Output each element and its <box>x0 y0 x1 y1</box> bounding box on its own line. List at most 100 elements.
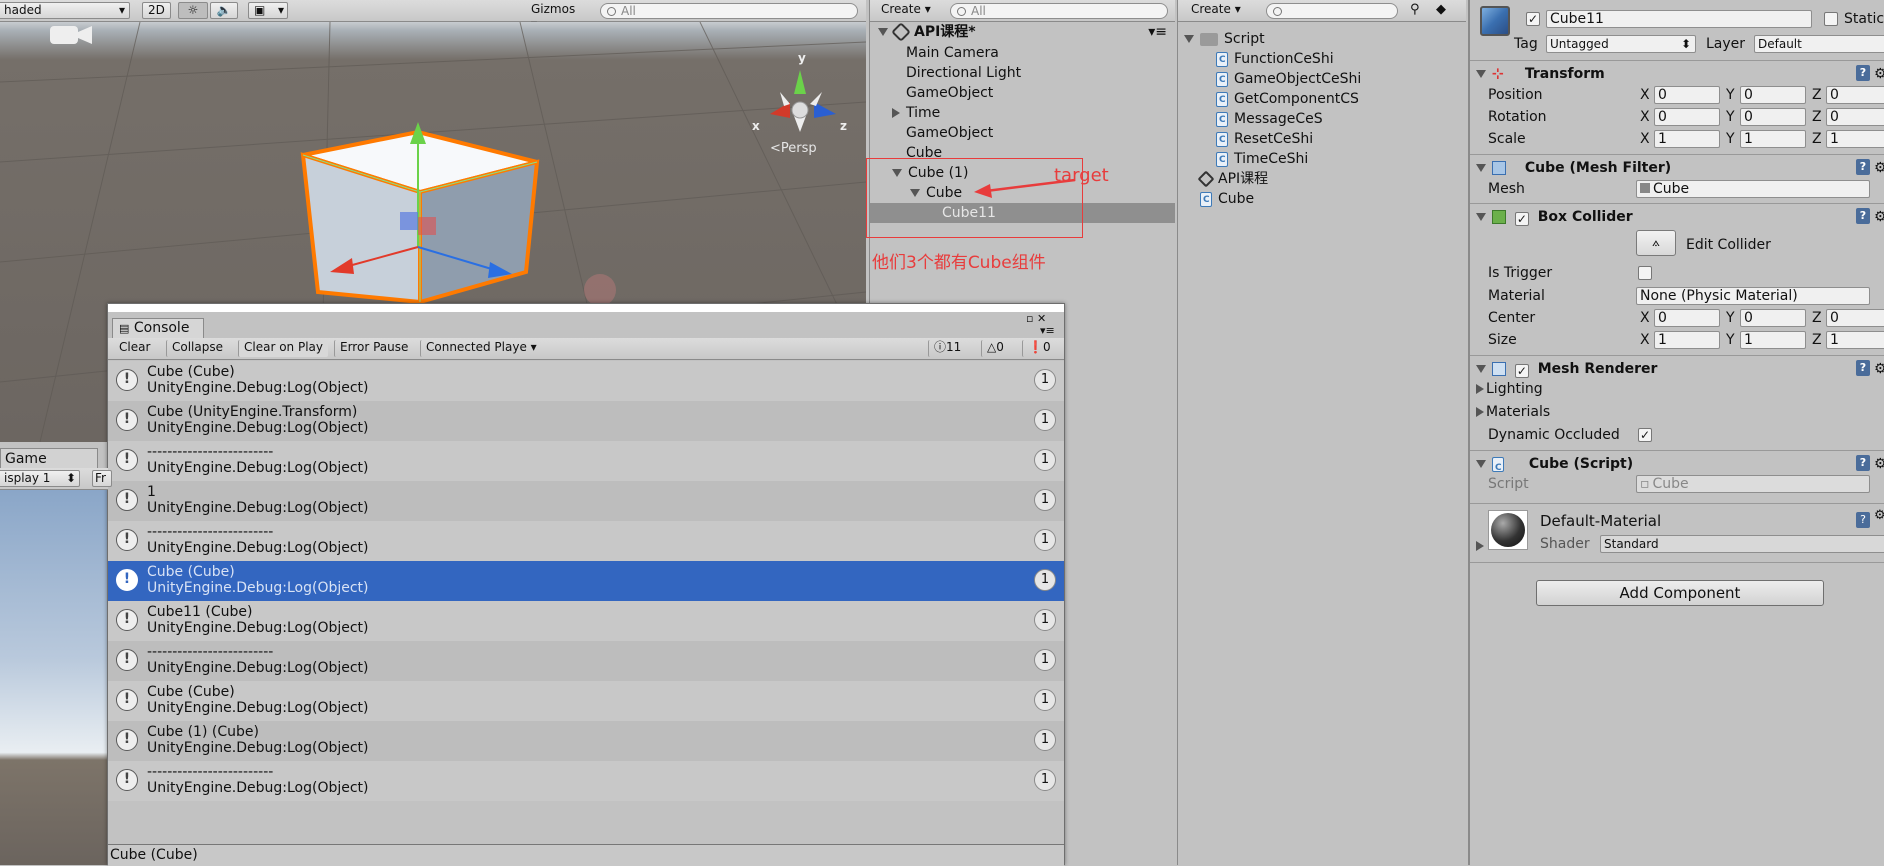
collapsed-triangle-icon[interactable] <box>1476 541 1484 551</box>
scale-z-input[interactable]: 1 <box>1826 130 1884 148</box>
hierarchy-item-main-camera[interactable]: Main Camera <box>870 43 1175 63</box>
log-entry[interactable]: ! ------------------------- UnityEngine.De… <box>108 521 1064 561</box>
project-script-item[interactable]: GetComponentCS <box>1216 89 1359 110</box>
log-entry[interactable]: ! Cube (Cube) UnityEngine.Debug:Log(Object… <box>108 361 1064 401</box>
settings-gear-icon[interactable]: ⚙ <box>1874 155 1884 181</box>
materials-foldout[interactable]: Materials <box>1476 403 1550 421</box>
log-entry[interactable]: ! Cube (1) (Cube) UnityEngine.Debug:Log(Ob… <box>108 721 1064 761</box>
project-script-item[interactable]: MessageCeS <box>1216 109 1323 130</box>
log-entry[interactable]: ! ------------------------- UnityEngine.De… <box>108 641 1064 681</box>
is-trigger-checkbox[interactable] <box>1638 266 1652 280</box>
foldout-triangle-icon[interactable] <box>1476 460 1486 468</box>
settings-gear-icon[interactable]: ⚙ <box>1874 508 1884 523</box>
hierarchy-item-time[interactable]: Time <box>870 103 1175 123</box>
tag-dropdown[interactable]: Untagged ⬍ <box>1546 35 1696 53</box>
game-tab[interactable]: Game <box>0 448 98 468</box>
lighting-foldout[interactable]: Lighting <box>1476 380 1543 398</box>
box-collider-header[interactable]: ✓ Box Collider ? ⚙ <box>1470 203 1884 229</box>
rotation-z-input[interactable]: 0 <box>1826 108 1884 126</box>
add-component-button[interactable]: Add Component <box>1536 580 1824 606</box>
collapsed-triangle-icon[interactable] <box>892 108 900 118</box>
audio-toggle-icon[interactable]: 🔈 <box>210 2 238 19</box>
scene-search-input[interactable]: All <box>600 3 858 19</box>
display-dropdown[interactable]: isplay 1 ⬍ <box>0 470 80 487</box>
expand-triangle-icon[interactable] <box>878 28 888 36</box>
physic-material-field[interactable]: None (Physic Material) <box>1636 287 1870 305</box>
transform-header[interactable]: ⊹ Transform ? ⚙ <box>1470 60 1884 86</box>
foldout-triangle-icon[interactable] <box>1476 365 1486 373</box>
hierarchy-item-gameobject[interactable]: GameObject <box>870 83 1175 103</box>
project-scene-asset[interactable]: API课程 <box>1197 169 1268 189</box>
scene-root-row[interactable]: API课程* ▾≡ <box>870 22 1175 42</box>
hierarchy-search-input[interactable]: All <box>950 3 1168 19</box>
mesh-object-field[interactable]: Cube <box>1636 180 1870 198</box>
persp-label[interactable]: <Persp <box>770 141 817 156</box>
log-entry[interactable]: ! Cube (UnityEngine.Transform) UnityEngine… <box>108 401 1064 441</box>
mesh-renderer-enabled-checkbox[interactable]: ✓ <box>1514 364 1529 378</box>
settings-gear-icon[interactable]: ⚙ <box>1874 356 1884 382</box>
project-folder-script[interactable]: Script <box>1184 29 1265 49</box>
project-search-input[interactable] <box>1266 3 1398 19</box>
clear-button[interactable]: Clear <box>114 340 155 357</box>
shading-mode-dropdown[interactable]: haded ▾ <box>0 2 130 19</box>
warning-filter-toggle[interactable]: △0 <box>981 340 1009 357</box>
log-entry[interactable]: ! Cube11 (Cube) UnityEngine.Debug:Log(Obje… <box>108 601 1064 641</box>
mesh-renderer-header[interactable]: ✓ Mesh Renderer ? ⚙ <box>1470 355 1884 381</box>
orientation-gizmo-icon[interactable] <box>770 70 836 132</box>
scale-x-input[interactable]: 1 <box>1654 130 1720 148</box>
center-y-input[interactable]: 0 <box>1740 309 1806 327</box>
edit-collider-button[interactable]: ⟑ <box>1636 230 1676 256</box>
foldout-triangle-icon[interactable] <box>1476 164 1486 172</box>
log-entry-selected[interactable]: ! Cube (Cube) UnityEngine.Debug:Log(Object… <box>108 561 1064 601</box>
position-y-input[interactable]: 0 <box>1740 86 1806 104</box>
hierarchy-create-dropdown[interactable]: Create ▾ <box>876 2 940 19</box>
active-checkbox[interactable]: ✓ <box>1526 12 1540 26</box>
log-entry[interactable]: ! ------------------------- UnityEngine.De… <box>108 761 1064 801</box>
size-y-input[interactable]: 1 <box>1740 331 1806 349</box>
scale-y-input[interactable]: 1 <box>1740 130 1806 148</box>
selected-cube[interactable] <box>300 122 540 305</box>
center-z-input[interactable]: 0 <box>1826 309 1884 327</box>
console-tab[interactable]: ▤ Console <box>112 318 204 338</box>
cube-script-header[interactable]: Cube (Script) ? ⚙ <box>1470 450 1884 481</box>
log-entry[interactable]: ! 1 UnityEngine.Debug:Log(Object) 1 <box>108 481 1064 521</box>
help-icon[interactable]: ? <box>1856 360 1870 376</box>
help-icon[interactable]: ? <box>1856 208 1870 224</box>
error-pause-button[interactable]: Error Pause <box>334 340 413 357</box>
console-detail-pane[interactable]: Cube (Cube) <box>108 844 1064 866</box>
log-entry[interactable]: ! ------------------------- UnityEngine.De… <box>108 441 1064 481</box>
collapse-button[interactable]: Collapse <box>166 340 228 357</box>
box-collider-enabled-checkbox[interactable]: ✓ <box>1514 212 1529 226</box>
project-script-item[interactable]: GameObjectCeShi <box>1216 69 1361 90</box>
maximize-icon[interactable]: ▫ <box>1026 312 1033 325</box>
connected-player-dropdown[interactable]: Connected Playe ▾ <box>420 340 540 357</box>
hierarchy-menu-icon[interactable]: ▾≡ <box>1148 22 1167 42</box>
layer-dropdown[interactable]: Default <box>1754 35 1884 53</box>
project-script-item[interactable]: ResetCeShi <box>1216 129 1313 150</box>
size-x-input[interactable]: 1 <box>1654 331 1720 349</box>
2d-toggle-button[interactable]: 2D <box>142 2 171 19</box>
settings-gear-icon[interactable]: ⚙ <box>1874 451 1884 477</box>
static-checkbox[interactable] <box>1824 12 1838 26</box>
rotation-x-input[interactable]: 0 <box>1654 108 1720 126</box>
mesh-filter-header[interactable]: Cube (Mesh Filter) ? ⚙ <box>1470 154 1884 180</box>
error-filter-toggle[interactable]: ❗0 <box>1022 340 1056 357</box>
gizmos-dropdown[interactable]: Gizmos ▾ <box>526 2 590 31</box>
position-x-input[interactable]: 0 <box>1654 86 1720 104</box>
project-script-item[interactable]: TimeCeShi <box>1216 149 1308 170</box>
help-icon[interactable]: ? <box>1856 455 1870 471</box>
console-log-list[interactable]: ! Cube (Cube) UnityEngine.Debug:Log(Object… <box>108 361 1064 805</box>
help-icon[interactable]: ? <box>1856 65 1870 81</box>
settings-gear-icon[interactable]: ⚙ <box>1874 61 1884 87</box>
lighting-toggle-icon[interactable]: ☼ <box>178 2 208 19</box>
help-icon[interactable]: ? <box>1856 512 1870 528</box>
size-z-input[interactable]: 1 <box>1826 331 1884 349</box>
help-icon[interactable]: ? <box>1856 159 1870 175</box>
console-menu-icon[interactable]: ▾≡ <box>1040 324 1055 337</box>
console-titlebar[interactable] <box>108 304 1064 312</box>
project-cube-script[interactable]: Cube <box>1200 189 1254 210</box>
log-entry[interactable]: ! Cube (Cube) UnityEngine.Debug:Log(Object… <box>108 681 1064 721</box>
center-x-input[interactable]: 0 <box>1654 309 1720 327</box>
rotation-y-input[interactable]: 0 <box>1740 108 1806 126</box>
expand-triangle-icon[interactable] <box>1184 35 1194 43</box>
